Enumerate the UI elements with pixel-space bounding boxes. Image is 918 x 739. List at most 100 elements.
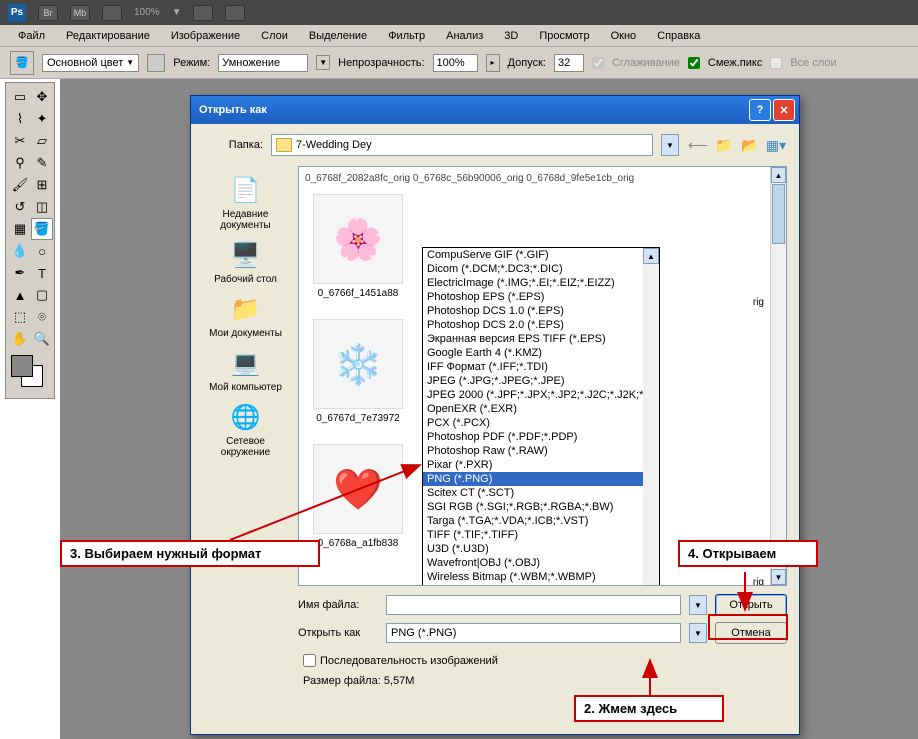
menu-help[interactable]: Справка [649,27,708,45]
place-desktop[interactable]: 🖥️ Рабочий стол [214,239,277,285]
opacity-arrow-icon[interactable]: ▸ [486,54,500,72]
format-option[interactable]: Photoshop DCS 1.0 (*.EPS) [423,304,659,318]
format-option[interactable]: OpenEXR (*.EXR) [423,402,659,416]
bridge-button[interactable]: Br [38,5,58,21]
blur-tool[interactable]: 💧 [9,240,31,262]
healing-brush-tool[interactable]: ✎ [31,152,53,174]
dodge-tool[interactable]: ○ [31,240,53,262]
scroll-down-button[interactable]: ▼ [771,569,786,585]
format-option[interactable]: IFF Формат (*.IFF;*.TDI) [423,360,659,374]
3d-camera-tool[interactable]: ⌾ [31,306,53,328]
3d-tool[interactable]: ⬚ [9,306,31,328]
format-option[interactable]: Базовый EPS (*.AI3;*.AI4;*.AI5;*.AI6;*.A… [423,584,659,586]
menu-image[interactable]: Изображение [163,27,248,45]
place-recent[interactable]: 📄 Недавние документы [203,174,288,231]
place-network[interactable]: 🌐 Сетевое окружение [203,401,288,458]
format-option[interactable]: Dicom (*.DCM;*.DC3;*.DIC) [423,262,659,276]
brush-tool[interactable]: 🖌 [9,174,31,196]
format-option[interactable]: Photoshop Raw (*.RAW) [423,444,659,458]
eyedropper-tool[interactable]: ⚲ [9,152,31,174]
format-option[interactable]: Wavefront|OBJ (*.OBJ) [423,556,659,570]
place-mydocs[interactable]: 📁 Мои документы [209,293,282,339]
gradient-tool[interactable]: ▦ [9,218,31,240]
eraser-tool[interactable]: ◫ [31,196,53,218]
filename-dropdown-button[interactable]: ▼ [689,595,707,615]
format-option[interactable]: Targa (*.TGA;*.VDA;*.ICB;*.VST) [423,514,659,528]
up-folder-button[interactable]: 📁 [713,134,735,156]
format-dropdown-list[interactable]: CompuServe GIF (*.GIF)Dicom (*.DCM;*.DC3… [422,247,660,586]
format-option[interactable]: Google Earth 4 (*.KMZ) [423,346,659,360]
screen-mode-button[interactable] [102,5,122,21]
scroll-up-button[interactable]: ▲ [771,167,786,183]
format-option[interactable]: Wireless Bitmap (*.WBM;*.WBMP) [423,570,659,584]
dialog-help-button[interactable]: ? [749,99,771,121]
color-swatch[interactable] [147,54,165,72]
scroll-thumb[interactable] [772,184,785,244]
new-folder-button[interactable]: 📂 [739,134,761,156]
format-option[interactable]: ElectricImage (*.IMG;*.EI;*.EIZ;*.EIZZ) [423,276,659,290]
arrange-button[interactable] [225,5,245,21]
path-selection-tool[interactable]: ▲ [9,284,31,306]
folder-dropdown-button[interactable]: ▼ [661,134,679,156]
history-brush-tool[interactable]: ↺ [9,196,31,218]
open-button[interactable]: Открыть [715,594,787,616]
hand-tool[interactable]: ✋ [9,328,31,350]
contiguous-checkbox[interactable] [688,57,700,69]
format-option[interactable]: JPEG 2000 (*.JPF;*.JPX;*.JP2;*.J2C;*.J2K… [423,388,659,402]
view-menu-button[interactable]: ▦▾ [765,134,787,156]
clone-stamp-tool[interactable]: ⊞ [31,174,53,196]
paint-bucket-tool[interactable]: 🪣 [31,218,53,240]
format-option[interactable]: Photoshop EPS (*.EPS) [423,290,659,304]
format-option[interactable]: CompuServe GIF (*.GIF) [423,248,659,262]
blend-mode-dropdown-icon[interactable]: ▼ [316,55,330,70]
format-scrollbar[interactable]: ▲ ▼ [643,248,659,586]
scroll-up-button[interactable]: ▲ [643,248,659,264]
filename-input[interactable] [386,595,681,615]
format-option[interactable]: TIFF (*.TIF;*.TIFF) [423,528,659,542]
zoom-dropdown-icon[interactable]: ▼ [172,7,182,18]
tolerance-input[interactable] [554,54,584,72]
magic-wand-tool[interactable]: ✦ [31,108,53,130]
menu-file[interactable]: Файл [10,27,53,45]
format-option[interactable]: Экранная версия EPS TIFF (*.EPS) [423,332,659,346]
move-tool[interactable]: ✥ [31,86,53,108]
image-sequence-checkbox[interactable] [303,654,316,667]
menu-select[interactable]: Выделение [301,27,375,45]
openas-dropdown-button[interactable]: ▼ [689,623,707,643]
format-option[interactable]: Photoshop PDF (*.PDF;*.PDP) [423,430,659,444]
menu-view[interactable]: Просмотр [531,27,597,45]
place-mycomputer[interactable]: 💻 Мой компьютер [209,347,282,393]
dialog-titlebar[interactable]: Открыть как ? ✕ [191,96,799,124]
pen-tool[interactable]: ✒ [9,262,31,284]
foreground-color-swatch[interactable] [11,355,33,377]
menu-edit[interactable]: Редактирование [58,27,158,45]
format-option[interactable]: PCX (*.PCX) [423,416,659,430]
marquee-tool[interactable]: ▭ [9,86,31,108]
crop-tool[interactable]: ✂ [9,130,31,152]
file-list[interactable]: 0_6768f_2082a8fc_orig 0_6768c_56b90006_o… [298,166,787,586]
type-tool[interactable]: T [31,262,53,284]
format-option[interactable]: Photoshop DCS 2.0 (*.EPS) [423,318,659,332]
menu-3d[interactable]: 3D [496,27,526,45]
shape-tool[interactable]: ▢ [31,284,53,306]
menu-layer[interactable]: Слои [253,27,296,45]
color-swatches[interactable] [9,355,51,395]
hand-tool-button[interactable] [193,5,213,21]
file-thumb-2[interactable]: ❤️ 0_6768a_a1fb838 [303,444,413,549]
blend-mode-select[interactable]: Умножение [218,54,308,72]
format-option[interactable]: SGI RGB (*.SGI;*.RGB;*.RGBA;*.BW) [423,500,659,514]
format-option[interactable]: PNG (*.PNG) [423,472,659,486]
format-option[interactable]: JPEG (*.JPG;*.JPEG;*.JPE) [423,374,659,388]
format-option[interactable]: Scitex CT (*.SCT) [423,486,659,500]
folder-select[interactable]: 7-Wedding Dey [271,134,653,156]
zoom-level[interactable]: 100% [134,7,160,18]
zoom-tool[interactable]: 🔍 [31,328,53,350]
format-option[interactable]: U3D (*.U3D) [423,542,659,556]
dialog-close-button[interactable]: ✕ [773,99,795,121]
mb-button[interactable]: Mb [70,5,90,21]
lasso-tool[interactable]: ⌇ [9,108,31,130]
file-thumb-0[interactable]: 🌸 0_6766f_1451a88 [303,194,413,299]
back-button[interactable]: ⟵ [687,134,709,156]
menu-window[interactable]: Окно [603,27,645,45]
file-scrollbar[interactable]: ▲ ▼ [770,167,786,585]
